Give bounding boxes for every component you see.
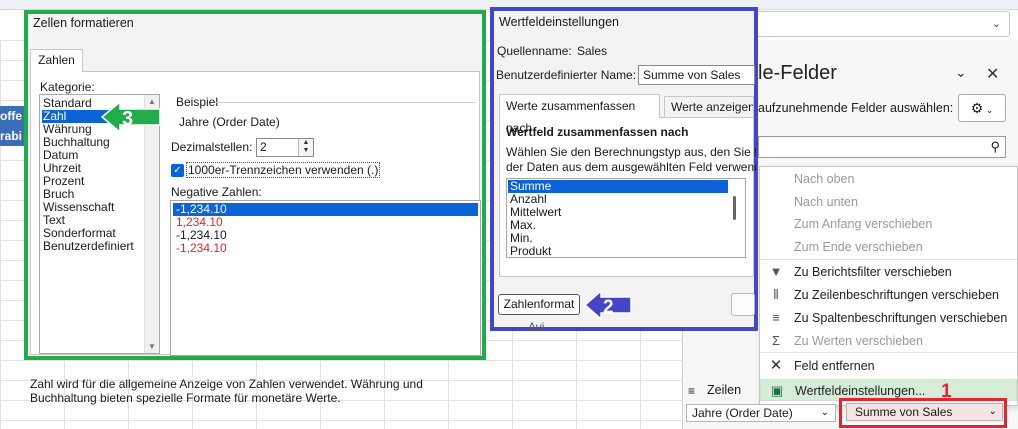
rows-area-label: Zeilen: [707, 383, 742, 397]
menu-item-move-end[interactable]: Zum Ende verschieben: [760, 236, 1017, 258]
list-item[interactable]: Mittelwert: [508, 206, 728, 219]
custom-name-label: Benutzerdefinierter Name:: [496, 68, 637, 82]
description-line: der Daten aus dem ausgewählten Feld verw…: [506, 160, 756, 174]
chevron-down-icon[interactable]: ⌄: [992, 17, 1001, 30]
menu-item-move-top[interactable]: Zum Anfang verschieben: [760, 213, 1017, 235]
tab-summarize[interactable]: Werte zusammenfassen nach: [499, 94, 660, 135]
list-item[interactable]: Benutzerdefiniert: [42, 240, 142, 253]
dialog-title: Wertfeldeinstellungen: [499, 15, 619, 29]
menu-separator: [760, 259, 1017, 260]
dialog-title: Zellen formatieren: [33, 16, 134, 30]
chevron-down-icon: ⌄: [820, 407, 829, 418]
menu-item-label: Nach unten: [794, 195, 858, 209]
category-label: Kategorie:: [40, 80, 95, 94]
cell-text: rabi: [0, 129, 23, 143]
chevron-down-icon: ⌄: [983, 105, 994, 115]
thousands-label[interactable]: 1000er-Trennzeichen verwenden (.): [186, 162, 381, 178]
background-label: Avi: [528, 320, 545, 334]
source-name-label: Quellenname:: [497, 44, 572, 58]
sigma-icon: Σ: [771, 333, 781, 348]
thousands-checkbox[interactable]: ✓: [171, 164, 184, 177]
chevron-down-icon[interactable]: ⌄: [955, 64, 967, 81]
menu-item-move-filter[interactable]: ▼ Zu Berichtsfilter verschieben: [760, 261, 1017, 283]
chip-label: Jahre (Order Date): [692, 406, 793, 420]
example-value: Jahre (Order Date): [179, 115, 280, 129]
negative-numbers-label: Negative Zahlen:: [171, 185, 262, 199]
tab-numbers[interactable]: Zahlen: [30, 49, 83, 72]
divider: [215, 102, 475, 103]
list-item[interactable]: Produkt: [508, 245, 728, 258]
decimals-spinner[interactable]: ▲ ▼: [298, 139, 313, 156]
menu-item-label: Nach oben: [794, 172, 855, 186]
pane-title: le-Felder: [758, 62, 837, 84]
annotation-number: 2: [603, 297, 614, 318]
close-icon[interactable]: ✕: [986, 64, 999, 84]
menu-item-move-columns[interactable]: ≡ Zu Spaltenbeschriftungen verschieben: [760, 307, 1017, 329]
example-label: Beispiel: [176, 95, 219, 109]
remove-icon: ✕: [769, 357, 783, 374]
rows-icon: ≡: [688, 384, 696, 398]
menu-item-move-values[interactable]: Σ Zu Werten verschieben: [760, 330, 1017, 352]
function-list[interactable]: Summe Anzahl Mittelwert Max. Min. Produk…: [506, 178, 746, 258]
summarize-description: Wählen Sie den Berechnungstyp aus, den S…: [506, 145, 756, 175]
menu-item-label: Zu Spaltenbeschriftungen verschieben: [794, 311, 1008, 325]
number-format-button[interactable]: Zahlenformat: [498, 294, 580, 315]
gear-icon: ⚙: [970, 100, 984, 116]
field-search-input[interactable]: ⚲: [758, 136, 1006, 158]
scroll-down-icon[interactable]: ▼: [148, 342, 156, 351]
filter-icon: ▼: [769, 264, 783, 279]
menu-item-label: Feld entfernen: [794, 359, 875, 373]
category-description: Zahl wird für die allgemeine Anzeige von…: [30, 377, 423, 405]
spin-up-icon[interactable]: ▲: [299, 139, 313, 147]
menu-item-label: Wertfeldeinstellungen...: [795, 384, 926, 398]
list-scrollbar[interactable]: [733, 196, 736, 220]
sheet-cells[interactable]: offe rabi: [0, 106, 24, 146]
menu-item-move-rows[interactable]: ⦀ Zu Zeilenbeschriftungen verschieben: [760, 284, 1017, 306]
ok-button[interactable]: [731, 293, 755, 316]
annotation-arrow-2: 2: [583, 289, 632, 321]
menu-separator: [760, 352, 1017, 353]
rows-field-chip[interactable]: Jahre (Order Date) ⌄: [686, 404, 836, 422]
negative-numbers-list[interactable]: -1,234.10 1,234.10 -1,234.10 -1,234.10: [170, 200, 481, 356]
menu-item-remove-field[interactable]: ✕ Feld entfernen: [760, 355, 1017, 377]
pane-subtitle: aufzunehmende Felder auswählen:: [758, 101, 954, 115]
decimals-label: Dezimalstellen:: [171, 140, 253, 154]
settings-icon: ▣: [770, 383, 784, 398]
context-menu: Nach oben Nach unten Zum Anfang verschie…: [759, 166, 1018, 406]
summarize-heading: Wertfeld zusammenfassen nach: [506, 125, 689, 139]
rows-icon: ⦀: [773, 287, 779, 302]
description-line: Wählen Sie den Berechnungstyp aus, den S…: [506, 145, 756, 159]
highlight-box: [839, 398, 1007, 428]
menu-item-move-down[interactable]: Nach unten: [760, 191, 1017, 213]
menu-item-label: Zu Berichtsfilter verschieben: [794, 265, 952, 279]
cell-text: offe: [0, 109, 22, 123]
annotation-arrow-3: 3: [100, 100, 161, 134]
spin-down-icon[interactable]: ▼: [299, 147, 313, 155]
columns-icon: ≡: [772, 310, 780, 325]
search-icon: ⚲: [990, 139, 1000, 154]
annotation-number: 3: [122, 108, 133, 130]
list-item[interactable]: -1,234.10: [173, 242, 478, 255]
menu-item-label: Zu Werten verschieben: [794, 334, 923, 348]
menu-item-move-up[interactable]: Nach oben: [760, 168, 1017, 190]
source-name-value: Sales: [577, 44, 608, 58]
menu-item-label: Zum Anfang verschieben: [794, 217, 933, 231]
tab-show-values[interactable]: Werte anzeigen: [664, 96, 754, 118]
menu-item-label: Zum Ende verschieben: [794, 240, 923, 254]
settings-button[interactable]: ⚙ ⌄: [958, 94, 1006, 122]
list-item[interactable]: Max.: [508, 219, 728, 232]
custom-name-input[interactable]: Summe von Sales: [638, 65, 755, 85]
menu-item-label: Zu Zeilenbeschriftungen verschieben: [794, 288, 999, 302]
